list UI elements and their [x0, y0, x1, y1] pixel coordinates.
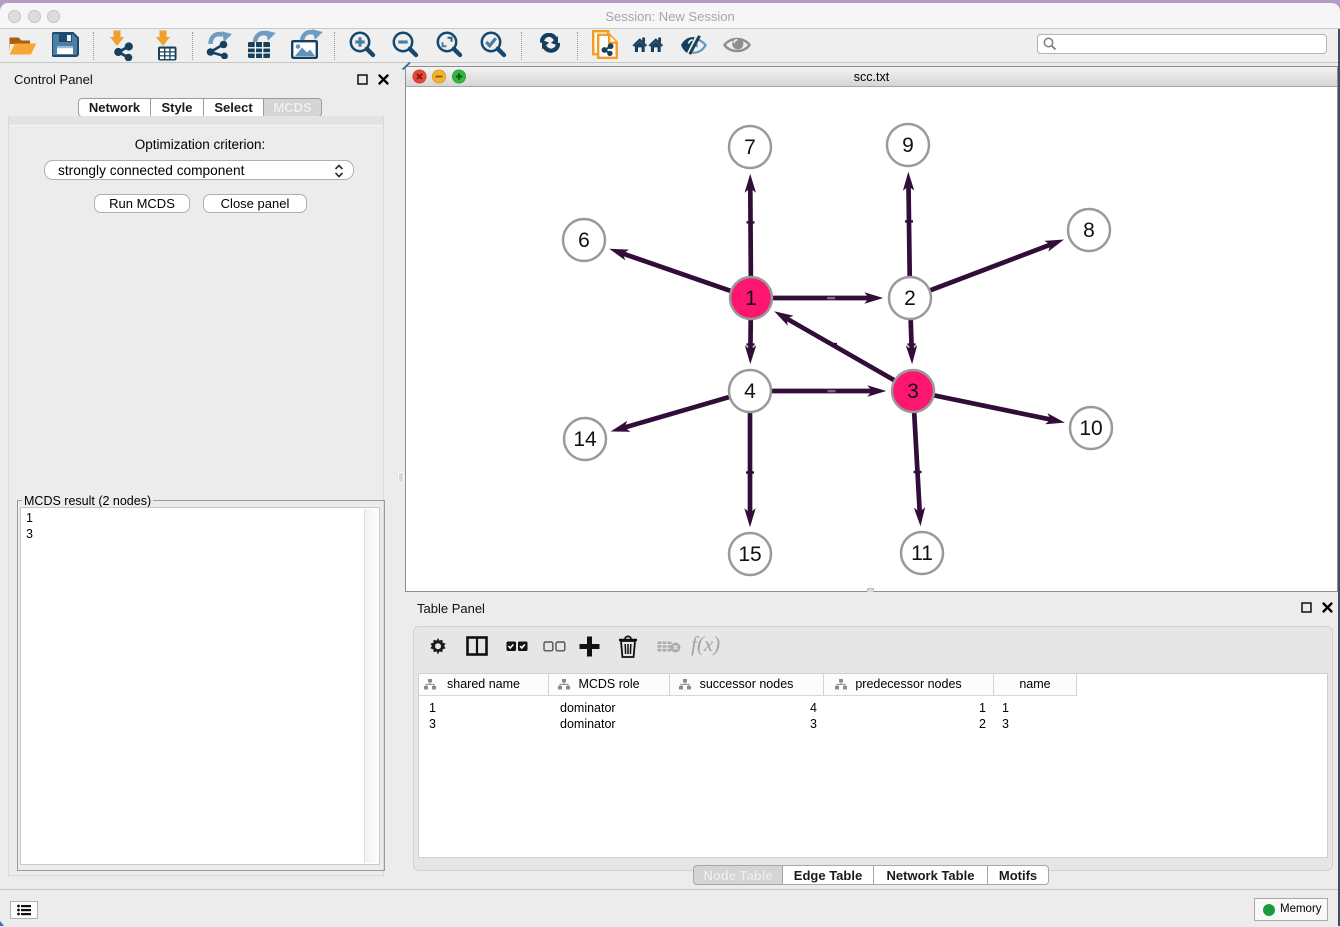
- svg-text:4: 4: [744, 380, 756, 403]
- svg-text:1: 1: [745, 287, 757, 310]
- svg-text:6: 6: [578, 229, 590, 252]
- svg-text:9: 9: [902, 134, 914, 157]
- svg-text:11: 11: [911, 542, 933, 565]
- svg-text:7: 7: [744, 136, 756, 159]
- svg-text:14: 14: [573, 428, 597, 451]
- svg-text:3: 3: [907, 380, 919, 403]
- svg-text:8: 8: [1083, 219, 1095, 242]
- svg-text:15: 15: [738, 543, 761, 566]
- svg-text:10: 10: [1079, 417, 1102, 440]
- svg-text:2: 2: [904, 287, 916, 310]
